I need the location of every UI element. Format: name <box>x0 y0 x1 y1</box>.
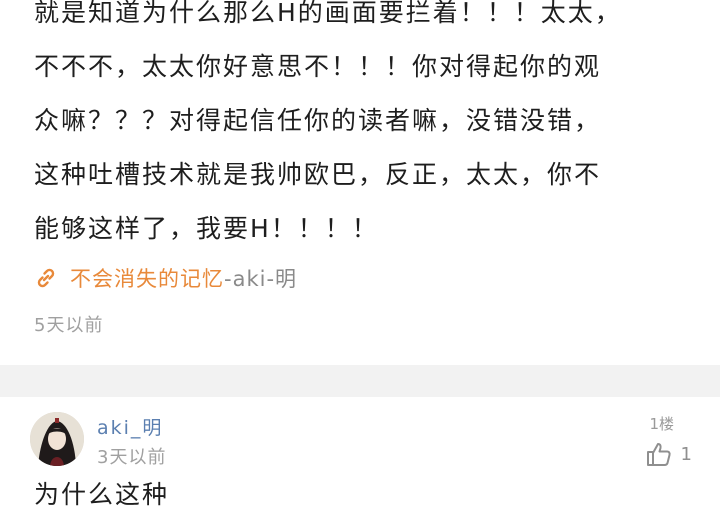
post-line: 不不不，太太你好意思不！！！你对得起你的观 <box>34 52 602 81</box>
link-icon <box>37 268 55 288</box>
comment-author[interactable]: aki_明 <box>97 413 163 440</box>
post-card: 就是知道为什么那么H的画面要拦着！！！太太， 不不不，太太你好意思不！！！你对得… <box>0 0 720 365</box>
source-tag[interactable]: 不会消失的记忆 <box>70 263 224 293</box>
section-divider <box>0 365 720 397</box>
floor-number: 1楼 <box>649 415 674 433</box>
post-body: 就是知道为什么那么H的画面要拦着！！！太太， 不不不，太太你好意思不！！！你对得… <box>34 0 704 256</box>
source-link[interactable]: 不会消失的记忆 -aki-明 <box>34 262 297 294</box>
like-button[interactable]: 1 <box>645 439 692 469</box>
avatar[interactable] <box>30 412 84 466</box>
comment-item: aki_明 3天以前 1楼 1 为什么这种 <box>0 397 720 509</box>
source-author: -aki-明 <box>224 267 298 291</box>
like-count: 1 <box>680 443 692 465</box>
post-timestamp: 5天以前 <box>34 315 104 336</box>
post-line: 众嘛？？？对得起信任你的读者嘛，没错没错， <box>34 106 602 135</box>
post-line: 就是知道为什么那么H的画面要拦着！！！太太， <box>34 0 622 27</box>
comment-timestamp: 3天以前 <box>97 447 167 468</box>
post-line: 能够这样了，我要H！！！！ <box>34 214 379 243</box>
thumb-up-icon <box>646 443 671 466</box>
avatar-image <box>30 412 84 466</box>
post-line: 这种吐槽技术就是我帅欧巴，反正，太太，你不 <box>34 160 602 189</box>
comment-text: 为什么这种 <box>34 480 170 509</box>
